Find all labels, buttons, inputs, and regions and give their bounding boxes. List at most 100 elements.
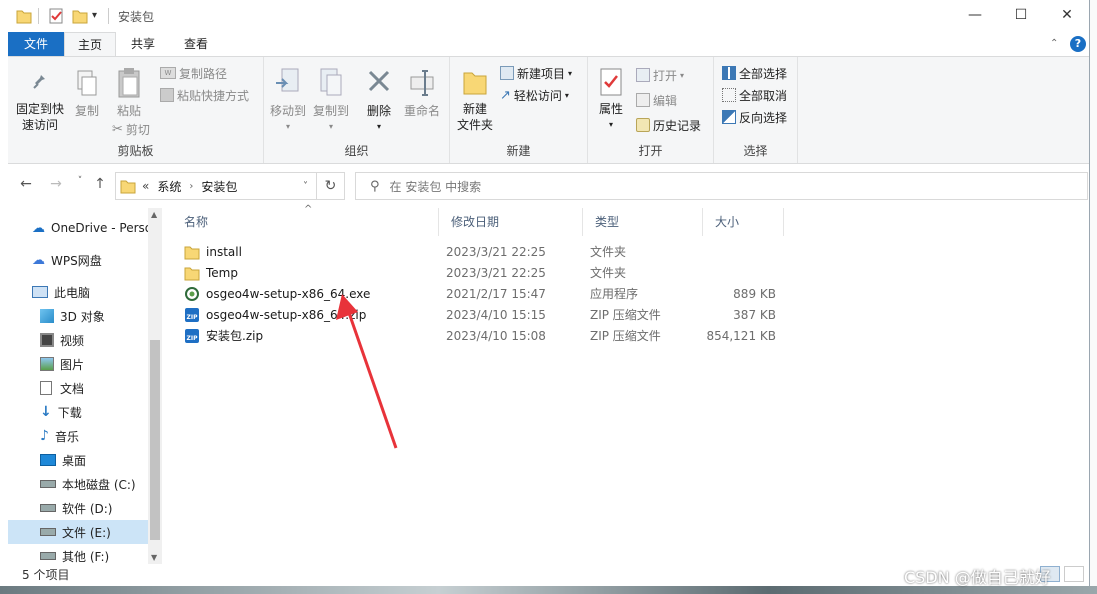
search-box[interactable]: ⚲ 在 安装包 中搜索 (355, 172, 1088, 200)
copy-icon (77, 70, 97, 96)
back-button[interactable]: ← (16, 176, 36, 196)
nav-item-wps[interactable]: ☁ WPS网盘 (8, 248, 148, 272)
maximize-button[interactable]: ☐ (998, 0, 1044, 30)
address-bar[interactable]: « 系统 › 安装包 ˅ (115, 172, 317, 200)
new-item-button[interactable]: 新建项目 ▾ (500, 63, 572, 83)
nav-item-label: 图片 (60, 357, 85, 372)
invert-selection-button[interactable]: 反向选择 (722, 107, 787, 127)
move-to-button[interactable]: 移动到 ▾ (268, 67, 308, 135)
copy-to-button[interactable]: 复制到 ▾ (310, 67, 352, 135)
pin-quick-access-button[interactable]: 固定到快 速访问 (12, 69, 68, 133)
edit-button[interactable]: 编辑 (636, 90, 677, 110)
nav-item-label: 下载 (57, 405, 82, 420)
nav-item-label: 文件 (E:) (62, 525, 111, 540)
move-to-icon (276, 68, 299, 92)
properties-check-icon[interactable] (48, 7, 64, 25)
paste-label: 粘贴 (116, 104, 141, 118)
tab-share[interactable]: 共享 (118, 32, 168, 56)
minimize-button[interactable]: — (952, 0, 998, 30)
easy-access-button[interactable]: ↗ 轻松访问 ▾ (500, 85, 569, 105)
properties-button[interactable]: 属性 ▾ (594, 67, 628, 133)
nav-item-this-pc[interactable]: 此电脑 (8, 280, 148, 304)
paste-shortcut-button[interactable]: 粘贴快捷方式 (160, 85, 249, 105)
select-none-button[interactable]: 全部取消 (722, 85, 787, 105)
organize-group: 移动到 ▾ 复制到 ▾ 删除 ▾ 重命名 组织 (264, 57, 450, 163)
open-button[interactable]: 打开 ▾ (636, 65, 684, 85)
paste-shortcut-label: 粘贴快捷方式 (177, 88, 250, 103)
new-folder-label: 新建 文件夹 (456, 102, 493, 132)
properties-chevron-icon: ▾ (608, 120, 613, 129)
video-icon (40, 333, 54, 347)
address-dropdown-icon[interactable]: ˅ (303, 181, 308, 192)
paste-button[interactable]: 粘贴 (112, 67, 146, 119)
close-button[interactable]: ✕ (1044, 0, 1089, 30)
scroll-up-icon[interactable]: ▲ (151, 210, 157, 219)
delete-button[interactable]: 删除 ▾ (362, 67, 396, 135)
drive-icon (40, 552, 56, 560)
cut-label: 剪切 (125, 122, 150, 137)
delete-chevron-icon: ▾ (376, 122, 381, 131)
forward-button[interactable]: → (46, 176, 66, 196)
annotation-arrow (336, 294, 398, 449)
breadcrumb-separator-icon[interactable]: › (189, 181, 193, 192)
edit-icon (636, 93, 650, 107)
history-button[interactable]: 历史记录 (636, 115, 701, 135)
folder-icon[interactable] (16, 7, 32, 25)
rename-button[interactable]: 重命名 (400, 67, 444, 119)
new-folder-button[interactable]: 新建 文件夹 (454, 67, 496, 133)
nav-item-desktop[interactable]: 桌面 (8, 448, 148, 472)
address-overflow[interactable]: « (142, 179, 149, 193)
breadcrumb-system[interactable]: 系统 (157, 178, 181, 195)
desktop-icon (40, 454, 56, 466)
new-folder-quick-icon[interactable] (72, 7, 88, 25)
copy-path-button[interactable]: W 复制路径 (160, 63, 227, 83)
select-group: 全部选择 全部取消 反向选择 选择 (714, 57, 798, 163)
nav-item-drive-d[interactable]: 软件 (D:) (8, 496, 148, 520)
nav-item-downloads[interactable]: ↓ 下载 (8, 400, 148, 424)
nav-item-documents[interactable]: 文档 (8, 376, 148, 400)
large-icons-view-icon[interactable] (1064, 566, 1084, 582)
easy-access-label: 轻松访问 (513, 88, 562, 103)
customize-qa-chevron-icon[interactable]: ▾ (92, 10, 97, 28)
window-title: 安装包 (118, 10, 155, 24)
select-all-button[interactable]: 全部选择 (722, 63, 787, 83)
recent-locations-button[interactable]: ˅ (70, 176, 90, 196)
copy-button[interactable]: 复制 (70, 69, 104, 119)
nav-item-label: 桌面 (62, 453, 87, 468)
paste-shortcut-icon (160, 88, 174, 102)
cut-button[interactable]: ✂ 剪切 (112, 119, 150, 139)
tab-file[interactable]: 文件 (8, 32, 64, 56)
nav-item-pictures[interactable]: 图片 (8, 352, 148, 376)
tab-home[interactable]: 主页 (64, 32, 116, 56)
minimize-icon: — (968, 7, 982, 23)
nav-item-drive-c[interactable]: 本地磁盘 (C:) (8, 472, 148, 496)
select-none-icon (722, 88, 736, 102)
nav-item-label: 其他 (F:) (62, 549, 110, 564)
new-group-label: 新建 (506, 144, 531, 158)
history-icon (636, 118, 650, 132)
copy-to-icon (320, 68, 342, 96)
up-button[interactable]: ↑ (90, 176, 110, 196)
computer-icon (32, 286, 48, 298)
copy-label: 复制 (74, 104, 99, 118)
refresh-button[interactable]: ↻ (317, 172, 345, 200)
edit-label: 编辑 (653, 93, 678, 108)
nav-item-label: 软件 (D:) (62, 501, 113, 516)
nav-item-music[interactable]: ♪ 音乐 (8, 424, 148, 448)
easy-access-icon: ↗ (500, 87, 511, 103)
help-icon[interactable]: ? (1070, 36, 1086, 52)
drive-icon (40, 480, 56, 488)
nav-item-drive-e[interactable]: 文件 (E:) (8, 520, 148, 544)
rename-icon (410, 70, 434, 96)
open-group: 属性 ▾ 打开 ▾ 编辑 历史记录 打开 (588, 57, 714, 163)
nav-scrollbar-thumb[interactable] (150, 340, 160, 540)
nav-scrollbar[interactable]: ▲ ▼ (148, 208, 162, 564)
breadcrumb-current[interactable]: 安装包 (201, 178, 237, 195)
nav-item-video[interactable]: 视频 (8, 328, 148, 352)
collapse-ribbon-icon[interactable]: ⌃ (1050, 38, 1058, 49)
scroll-down-icon[interactable]: ▼ (151, 553, 157, 562)
tab-view[interactable]: 查看 (170, 32, 222, 56)
nav-item-3d[interactable]: 3D 对象 (8, 304, 148, 328)
history-label: 历史记录 (653, 118, 702, 133)
nav-item-onedrive[interactable]: ☁ OneDrive - Perso (8, 216, 148, 240)
